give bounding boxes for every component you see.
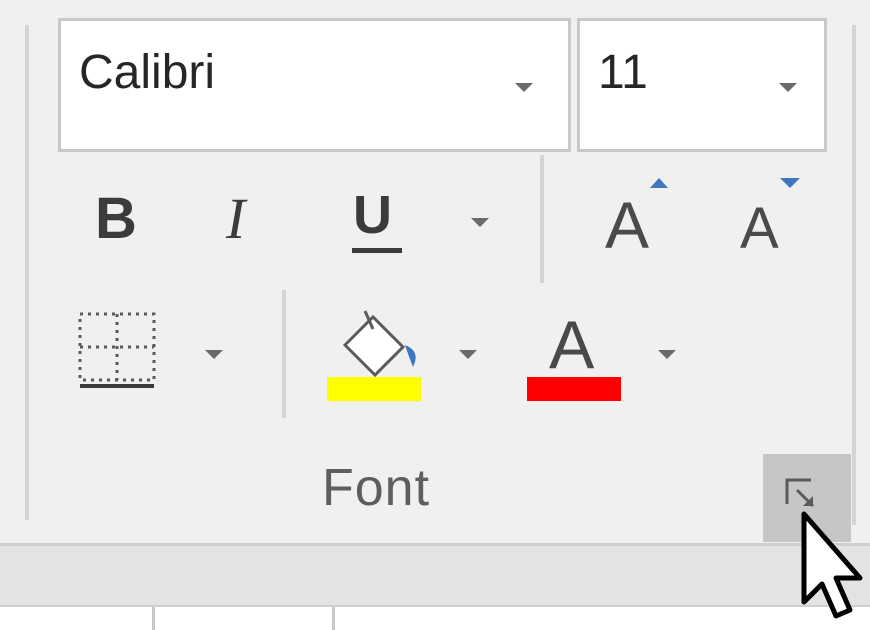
font-group-label: Font	[322, 459, 431, 517]
underline-button[interactable]: U	[348, 180, 410, 260]
font-name-combobox[interactable]: Calibri	[58, 18, 571, 152]
column-divider	[332, 607, 335, 630]
underline-bar-icon	[352, 248, 402, 253]
font-color-button[interactable]: A	[527, 305, 623, 401]
fill-color-swatch	[327, 377, 421, 401]
bold-label: B	[95, 186, 137, 251]
fill-color-button[interactable]	[325, 305, 425, 401]
shrink-font-button[interactable]: A	[735, 170, 815, 265]
font-color-dropdown-icon[interactable]	[658, 350, 676, 359]
font-size-value: 11	[598, 46, 648, 99]
font-name-value: Calibri	[79, 46, 216, 99]
font-color-label: A	[549, 307, 595, 383]
font-size-combobox[interactable]: 11	[577, 18, 827, 152]
group-right-separator	[852, 25, 856, 525]
group-left-separator	[25, 25, 29, 520]
borders-button[interactable]	[78, 312, 158, 392]
italic-label: I	[226, 186, 246, 251]
worksheet-area	[0, 605, 870, 630]
underline-label: U	[353, 185, 392, 245]
borders-icon	[78, 312, 156, 388]
borders-dropdown-icon[interactable]	[205, 350, 223, 359]
grow-font-button[interactable]: A	[600, 170, 680, 265]
fill-color-dropdown-icon[interactable]	[459, 350, 477, 359]
bold-button[interactable]: B	[90, 180, 150, 260]
font-color-swatch	[527, 377, 621, 401]
grow-font-label: A	[605, 188, 650, 262]
shrink-font-label: A	[740, 196, 779, 261]
grow-arrow-icon	[650, 178, 668, 188]
borders-separator	[282, 290, 286, 418]
ribbon-bottom-bar	[0, 543, 870, 605]
column-divider	[152, 607, 155, 630]
mouse-cursor-icon	[801, 511, 863, 619]
format-separator	[540, 155, 544, 283]
shrink-arrow-icon	[780, 178, 800, 188]
underline-dropdown-icon[interactable]	[471, 218, 489, 227]
italic-button[interactable]: I	[218, 180, 278, 260]
font-name-dropdown-icon[interactable]	[515, 83, 533, 92]
font-size-dropdown-icon[interactable]	[779, 83, 797, 92]
paint-bucket-icon	[342, 310, 416, 377]
